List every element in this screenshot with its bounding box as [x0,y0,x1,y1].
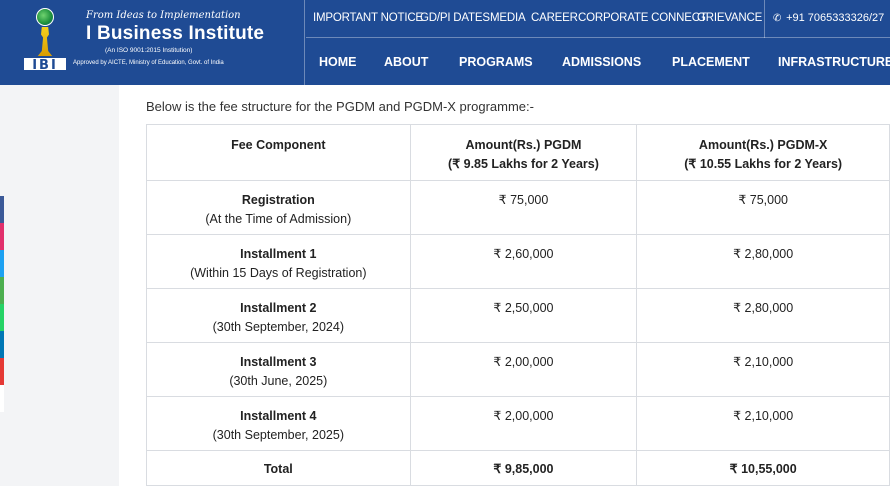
instagram-tab[interactable] [0,223,4,250]
pgdm-amount-cell: ₹ 2,50,000 [409,288,638,343]
table-row: Installment 3 (30th June, 2025) ₹ 2,00,00… [146,342,890,397]
pgdm-amount-cell: ₹ 2,00,000 [409,396,638,451]
header-fee-component: Fee Component [146,124,411,181]
top-link-important-notice[interactable]: IMPORTANT NOTICE [313,12,423,24]
fee-component-cell: Installment 4 (30th September, 2025) [146,396,411,451]
youtube-tab[interactable] [0,358,4,385]
pgdm-amount-cell: ₹ 2,00,000 [409,342,638,397]
total-pgdmx-cell: ₹ 10,55,000 [636,450,890,486]
logo-link[interactable]: IBI From Ideas to Implementation I Busin… [0,0,305,85]
phone-contact[interactable]: ✆ +91 7065333326/27 [773,12,884,24]
nav-home[interactable]: HOME [319,55,357,69]
blank-tab [0,385,4,412]
nav-placement[interactable]: PLACEMENT [672,55,750,69]
approval-note: Approved by AICTE, Ministry of Education… [73,60,224,66]
main-content: Below is the fee structure for the PGDM … [119,85,890,486]
nav-infrastructure[interactable]: INFRASTRUCTURE [778,55,890,69]
pgdm-amount-cell: ₹ 2,60,000 [409,234,638,289]
phone-icon: ✆ [773,13,782,24]
brand-name: I Business Institute [86,23,265,44]
header-pgdm-x: Amount(Rs.) PGDM-X (₹ 10.55 Lakhs for 2 Y… [636,124,890,181]
table-row: Installment 2 (30th September, 2024) ₹ 2,… [146,288,890,343]
nav-admissions[interactable]: ADMISSIONS [562,55,641,69]
table-row: Installment 4 (30th September, 2025) ₹ 2,… [146,396,890,451]
social-side-tabs [0,196,4,412]
top-link-media[interactable]: MEDIA [490,12,526,24]
pgdmx-amount-cell: ₹ 75,000 [636,180,890,235]
fee-component-cell: Installment 2 (30th September, 2024) [146,288,411,343]
brand-tagline: From Ideas to Implementation [86,10,241,21]
nav-about[interactable]: ABOUT [384,55,428,69]
fee-component-cell: Registration (At the Time of Admission) [146,180,411,235]
fee-intro-text: Below is the fee structure for the PGDM … [146,99,534,114]
fee-component-cell: Installment 3 (30th June, 2025) [146,342,411,397]
top-link-grievance[interactable]: GRIEVANCE [697,12,762,24]
table-row: Installment 1 (Within 15 Days of Registra… [146,234,890,289]
ibi-logo-icon: IBI [22,8,68,73]
fee-structure-table: Fee Component Amount(Rs.) PGDM (₹ 9.85 La… [146,124,890,486]
table-row: Registration (At the Time of Admission) ₹… [146,180,890,235]
chess-piece-icon [37,27,53,57]
phone-number: +91 7065333326/27 [786,12,885,24]
green-tab[interactable] [0,277,4,304]
fee-component-cell: Installment 1 (Within 15 Days of Registra… [146,234,411,289]
top-link-career[interactable]: CAREER [531,12,578,24]
twitter-tab[interactable] [0,250,4,277]
total-pgdm-cell: ₹ 9,85,000 [409,450,638,486]
phone-divider [764,0,765,38]
pgdmx-amount-cell: ₹ 2,10,000 [636,342,890,397]
globe-icon [36,8,54,26]
table-total-row: Total ₹ 9,85,000 ₹ 10,55,000 [146,450,890,486]
pgdmx-amount-cell: ₹ 2,80,000 [636,288,890,343]
top-link-corporate-connect[interactable]: CORPORATE CONNECT [578,12,707,24]
facebook-tab[interactable] [0,196,4,223]
pgdmx-amount-cell: ₹ 2,10,000 [636,396,890,451]
whatsapp-tab[interactable] [0,304,4,331]
iso-note: (An ISO 9001:2015 Institution) [105,47,193,54]
logo-text: IBI [22,56,68,73]
top-utility-bar: IMPORTANT NOTICE GD/PI DATES MEDIA CAREE… [306,0,890,38]
top-link-gdpi-dates[interactable]: GD/PI DATES [420,12,490,24]
pgdm-amount-cell: ₹ 75,000 [409,180,638,235]
table-header-row: Fee Component Amount(Rs.) PGDM (₹ 9.85 La… [146,124,890,181]
total-label-cell: Total [146,450,411,486]
header-pgdm: Amount(Rs.) PGDM (₹ 9.85 Lakhs for 2 Year… [409,124,638,181]
pgdmx-amount-cell: ₹ 2,80,000 [636,234,890,289]
site-header: IBI From Ideas to Implementation I Busin… [0,0,890,85]
main-nav: HOME ABOUT PROGRAMS ADMISSIONS PLACEMENT… [306,38,890,85]
nav-programs[interactable]: PROGRAMS [459,55,533,69]
linkedin-tab[interactable] [0,331,4,358]
